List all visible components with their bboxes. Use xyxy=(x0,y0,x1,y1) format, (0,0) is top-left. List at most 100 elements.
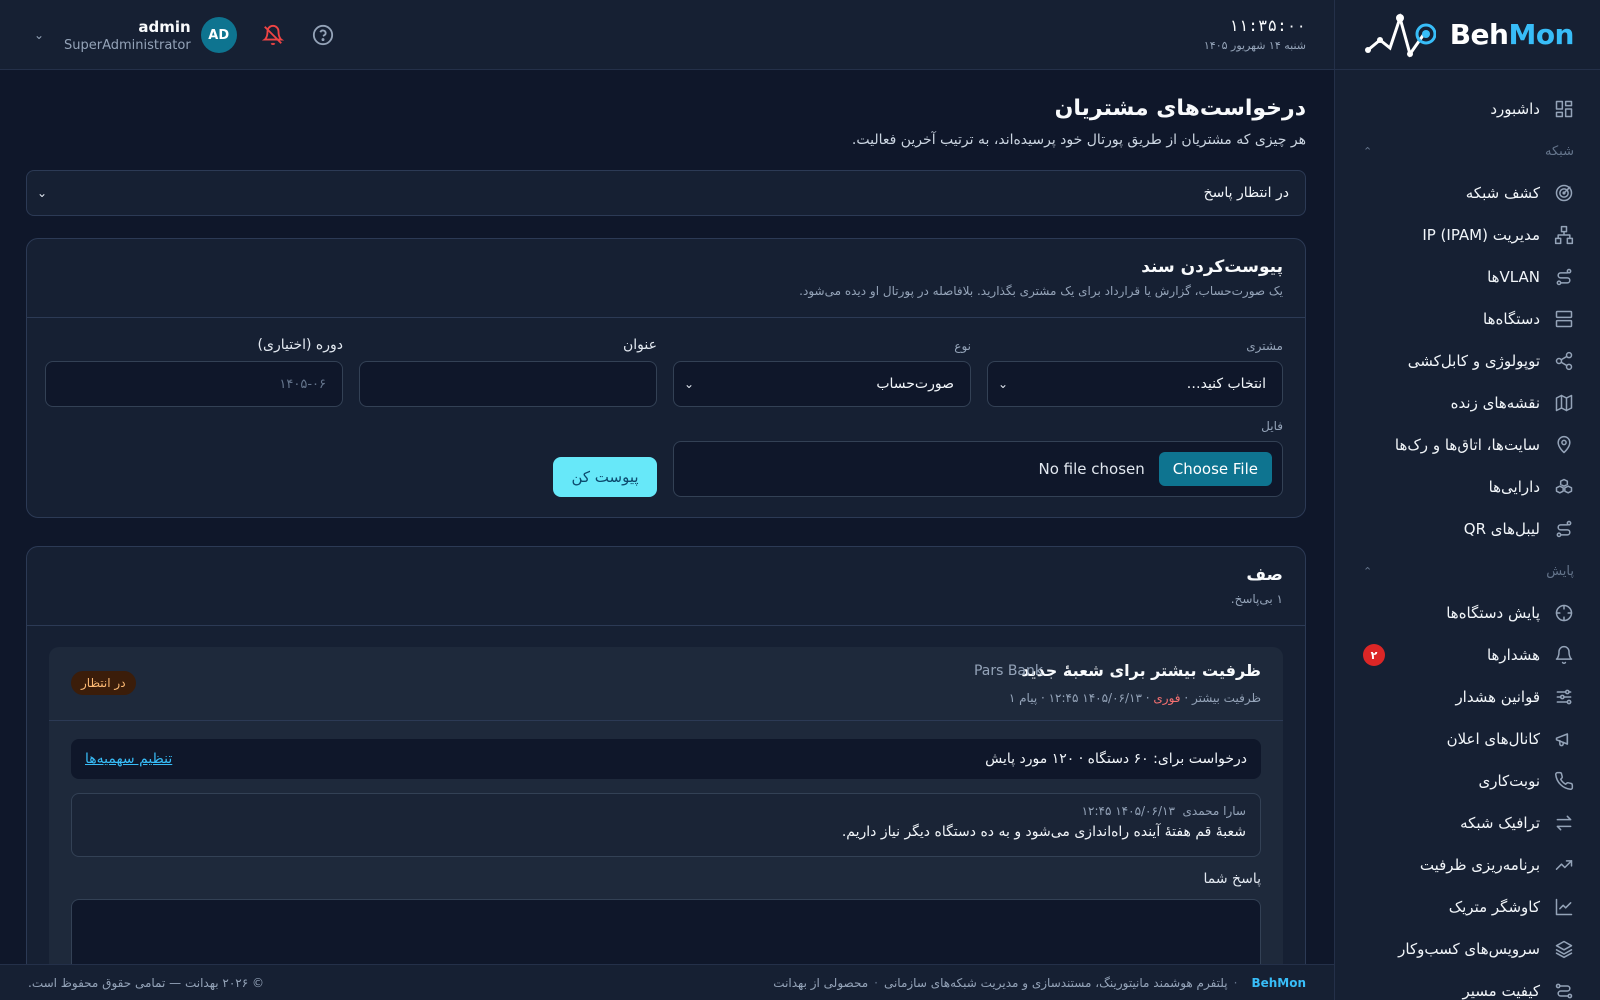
page-subtitle: هر چیزی که مشتریان از طریق پورتال خود پر… xyxy=(851,132,1306,148)
chevron-down-icon: ⌄ xyxy=(684,377,695,391)
avatar[interactable]: AD xyxy=(200,17,237,53)
share-icon xyxy=(1554,351,1574,371)
top-bar: ۱۱:۳۵:۰۰ شنبه ۱۴ شهریور ۱۴۰۵ ⌄ admin Sup… xyxy=(0,0,1334,70)
radar-icon xyxy=(1554,183,1574,203)
main-content: درخواست‌های مشتریان هر چیزی که مشتریان ا… xyxy=(0,70,1334,964)
sidebar-item[interactable]: سرویس‌های کسب‌وکار xyxy=(1335,928,1600,970)
server-icon xyxy=(1554,309,1574,329)
crosshair-icon xyxy=(1554,603,1574,623)
nav-section[interactable]: شبکه ⌃ xyxy=(1335,130,1600,172)
title-label: عنوان xyxy=(623,337,657,353)
footer-product: محصولی از بهدانت xyxy=(773,975,869,990)
queue-card: صف ۱ بی‌پاسخ. ظرفیت بیشتر برای شعبهٔ جدی… xyxy=(26,546,1306,964)
sidebar-item[interactable]: پایش دستگاه‌ها xyxy=(1335,592,1600,634)
customer-message: سارا محمدی ۱۴۰۵/۰۶/۱۳ ۱۲:۴۵ شعبهٔ قم هفت… xyxy=(71,793,1261,857)
nav-section-label: شبکه xyxy=(1545,143,1574,159)
sidebar-item[interactable]: VLANها xyxy=(1335,256,1600,298)
attach-document-card: پیوست‌کردن سند یک صورت‌حساب، گزارش یا قر… xyxy=(26,238,1306,518)
sidebar-item-label: داشبورد xyxy=(1490,100,1540,118)
queue-card-header: صف ۱ بی‌پاسخ. xyxy=(27,547,1305,626)
sidebar-item[interactable]: مدیریت IP (IPAM) xyxy=(1335,214,1600,256)
period-input[interactable]: ۱۴۰۵-۰۶ xyxy=(45,361,343,407)
sidebar-item[interactable]: کشف شبکه xyxy=(1335,172,1600,214)
sidebar-item[interactable]: کاوشگر متریک xyxy=(1335,886,1600,928)
sidebar-item[interactable]: لیبل‌های QR xyxy=(1335,508,1600,550)
adjust-quotas-link[interactable]: تنظیم سهمیه‌ها xyxy=(85,751,172,767)
sidebar-item[interactable]: برنامه‌ریزی ظرفیت xyxy=(1335,844,1600,886)
customer-select[interactable]: انتخاب کنید… ⌄ xyxy=(987,361,1283,407)
footer-brand: BehMon xyxy=(1251,975,1306,990)
bell-icon xyxy=(1554,645,1574,665)
sidebar-item-label: نوبت‌کاری xyxy=(1478,772,1540,790)
brand[interactable]: BehMon xyxy=(1335,0,1600,70)
sidebar-item-label: کاوشگر متریک xyxy=(1448,898,1540,916)
sidebar-item[interactable]: نوبت‌کاری xyxy=(1335,760,1600,802)
attach-submit-button[interactable]: پیوست کن xyxy=(553,457,657,497)
chevron-up-icon: ⌃ xyxy=(1363,564,1373,578)
choose-file-button[interactable]: Choose File xyxy=(1158,452,1272,486)
sidebar-item[interactable]: توپولوژی و کابل‌کشی xyxy=(1335,340,1600,382)
queue-count: ۱ بی‌پاسخ. xyxy=(1230,592,1283,606)
sidebar-item[interactable]: قوانین هشدار xyxy=(1335,676,1600,718)
alert-count-badge: ۲ xyxy=(1363,644,1385,666)
status-filter-value: در انتظار پاسخ xyxy=(1203,185,1289,201)
notifications-muted-icon[interactable] xyxy=(259,21,287,49)
chevron-down-icon: ⌄ xyxy=(998,377,1009,391)
sidebar-item[interactable]: ترافیک شبکه xyxy=(1335,802,1600,844)
sidebar-item[interactable]: هشدارها ۲ xyxy=(1335,634,1600,676)
reply-textarea[interactable] xyxy=(71,899,1261,964)
title-input[interactable] xyxy=(359,361,657,407)
sidebar-item-label: کانال‌های اعلان xyxy=(1446,730,1540,748)
message-meta: سارا محمدی ۱۴۰۵/۰۶/۱۳ ۱۲:۴۵ xyxy=(86,804,1246,818)
chevron-up-icon: ⌃ xyxy=(1363,144,1373,158)
type-select[interactable]: صورت‌حساب ⌄ xyxy=(673,361,971,407)
customer-select-value: انتخاب کنید… xyxy=(1186,376,1266,392)
sidebar: BehMon داشبورد شبکه ⌃ کشف شبکه مدیریت IP (IP… xyxy=(1334,0,1600,1000)
footer: BehMon·پلتفرم هوشمند مانیتورینگ، مستندسا… xyxy=(0,964,1334,1000)
sidebar-item[interactable]: نقشه‌های زنده xyxy=(1335,382,1600,424)
sidebar-item[interactable]: کانال‌های اعلان xyxy=(1335,718,1600,760)
sidebar-item[interactable]: دستگاه‌ها xyxy=(1335,298,1600,340)
request-header[interactable]: ظرفیت بیشتر برای شعبهٔ جدید Pars Bank ظر… xyxy=(49,647,1283,721)
sidebar-item[interactable]: داشبورد xyxy=(1335,88,1600,130)
help-icon[interactable] xyxy=(309,21,337,49)
user-role: SuperAdministrator xyxy=(64,37,191,53)
boxes-icon xyxy=(1554,477,1574,497)
page-title: درخواست‌های مشتریان xyxy=(1054,96,1306,121)
attach-card-header: پیوست‌کردن سند یک صورت‌حساب، گزارش یا قر… xyxy=(27,239,1305,318)
sidebar-item[interactable]: دارایی‌ها xyxy=(1335,466,1600,508)
footer-info: BehMon·پلتفرم هوشمند مانیتورینگ، مستندسا… xyxy=(773,975,1306,990)
sidebar-item-label: دارایی‌ها xyxy=(1488,478,1540,496)
sidebar-item-label: سرویس‌های کسب‌وکار xyxy=(1398,940,1540,958)
clock-time: ۱۱:۳۵:۰۰ xyxy=(1228,16,1306,35)
sidebar-item[interactable]: سایت‌ها، اتاق‌ها و رک‌ها xyxy=(1335,424,1600,466)
type-select-value: صورت‌حساب xyxy=(876,376,954,392)
status-filter-select[interactable]: در انتظار پاسخ ⌄ xyxy=(26,170,1306,216)
clock-date: شنبه ۱۴ شهریور ۱۴۰۵ xyxy=(1203,39,1306,52)
location-pin-icon xyxy=(1554,435,1574,455)
sliders-icon xyxy=(1554,687,1574,707)
user-name: admin xyxy=(138,17,191,36)
phone-icon xyxy=(1554,771,1574,791)
user-menu[interactable]: admin SuperAdministrator xyxy=(64,18,191,53)
chevron-down-icon[interactable]: ⌄ xyxy=(34,28,48,42)
path-icon xyxy=(1554,981,1574,1000)
priority-label: فوری xyxy=(1153,691,1181,705)
request-meta: ظرفیت بیشتر · فوری · ۱۴۰۵/۰۶/۱۳ ۱۲:۴۵ · … xyxy=(1008,691,1261,705)
arrows-icon xyxy=(1554,813,1574,833)
sidebar-item-label: کشف شبکه xyxy=(1465,184,1540,202)
customer-label: مشتری xyxy=(1246,339,1283,353)
file-input[interactable]: Choose File No file chosen xyxy=(673,441,1283,497)
message-author: سارا محمدی xyxy=(1182,804,1246,818)
trend-icon xyxy=(1554,855,1574,875)
layers-icon xyxy=(1554,939,1574,959)
sidebar-item-label: مدیریت IP (IPAM) xyxy=(1422,226,1540,244)
nav-section[interactable]: پایش ⌃ xyxy=(1335,550,1600,592)
sidebar-item-label: VLANها xyxy=(1487,268,1540,286)
sidebar-item[interactable]: کیفیت مسیر xyxy=(1335,970,1600,1000)
footer-copyright: © ۲۰۲۶ بهدانت — تمامی حقوق محفوظ است. xyxy=(28,975,265,990)
sidebar-item-label: هشدارها xyxy=(1486,646,1540,664)
quota-box: درخواست برای: ۶۰ دستگاه · ۱۲۰ مورد پایش … xyxy=(71,739,1261,779)
sidebar-item-label: ترافیک شبکه xyxy=(1460,814,1540,832)
map-icon xyxy=(1554,393,1574,413)
